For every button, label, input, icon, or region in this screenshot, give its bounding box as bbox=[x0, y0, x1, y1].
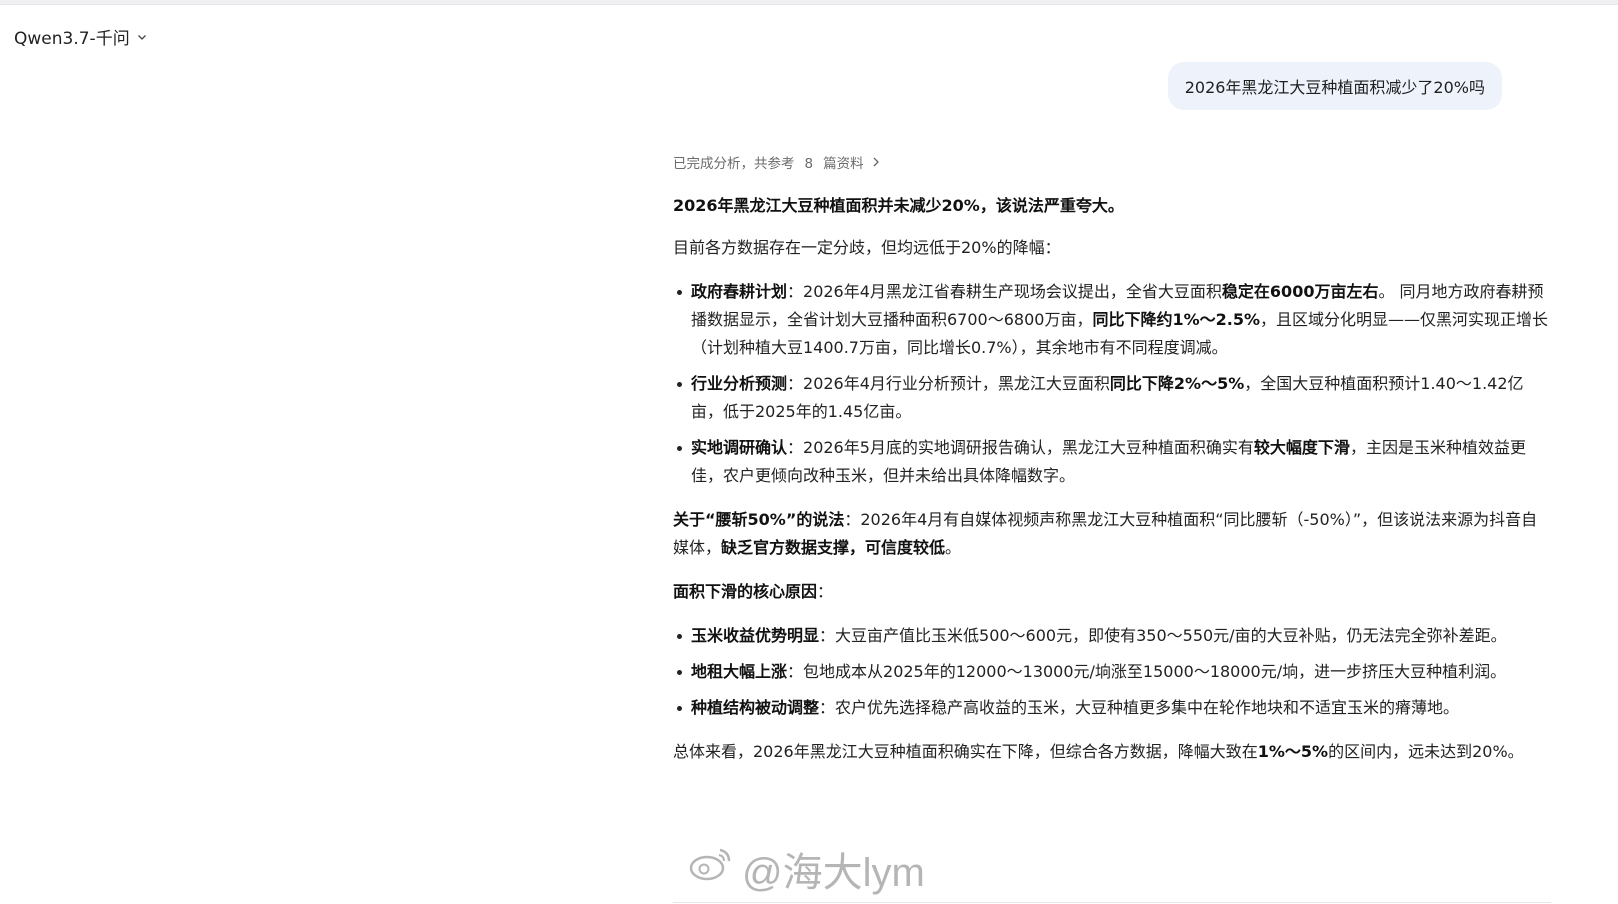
watermark: @海大lym bbox=[688, 840, 925, 898]
analysis-count: 8 bbox=[804, 156, 814, 172]
list-item: 实地调研确认：2026年5月底的实地调研报告确认，黑龙江大豆种植面积确实有较大幅… bbox=[673, 434, 1551, 490]
item-title: 政府春耕计划 bbox=[691, 282, 788, 301]
list-item: 地租大幅上涨：包地成本从2025年的12000～13000元/垧涨至15000～… bbox=[673, 658, 1551, 686]
item-text: ：大豆亩产值比玉米低500～600元，即使有350～550元/亩的大豆补贴，仍无… bbox=[819, 626, 1507, 645]
list-item: 行业分析预测：2026年4月行业分析预计，黑龙江大豆面积同比下降2%～5%，全国… bbox=[673, 370, 1551, 426]
answer-divider bbox=[673, 902, 1551, 903]
top-edge-strip bbox=[0, 0, 1618, 5]
claim-emphasis: 缺乏官方数据支撑，可信度较低 bbox=[721, 538, 946, 557]
claim-title: 关于“腰斩50%”的说法 bbox=[673, 510, 845, 529]
item-title: 地租大幅上涨 bbox=[691, 662, 788, 681]
reasons-heading: 面积下滑的核心原因： bbox=[673, 578, 1551, 606]
list-item: 种植结构被动调整：农户优先选择稳产高收益的玉米，大豆种植更多集中在轮作地块和不适… bbox=[673, 694, 1551, 722]
watermark-text: @海大lym bbox=[742, 851, 925, 895]
analysis-prefix: 已完成分析，共参考 bbox=[673, 156, 795, 172]
chevron-down-icon bbox=[136, 31, 148, 43]
item-title: 种植结构被动调整 bbox=[691, 698, 820, 717]
claim-paragraph: 关于“腰斩50%”的说法：2026年4月有自媒体视频声称黑龙江大豆种植面积“同比… bbox=[673, 506, 1551, 562]
conclusion-text: 的区间内，远未达到20%。 bbox=[1328, 742, 1524, 761]
reasons-title: 面积下滑的核心原因 bbox=[673, 582, 818, 601]
data-points-list: 政府春耕计划：2026年4月黑龙江省春耕生产现场会议提出，全省大豆面积稳定在60… bbox=[673, 278, 1551, 490]
item-emphasis: 同比下降约1%～2.5% bbox=[1092, 310, 1260, 329]
answer-intro: 目前各方数据存在一定分歧，但均远低于20%的降幅： bbox=[673, 238, 1061, 257]
item-emphasis: 稳定在6000万亩左右 bbox=[1221, 282, 1379, 301]
weibo-logo-icon bbox=[688, 846, 732, 892]
list-item: 政府春耕计划：2026年4月黑龙江省春耕生产现场会议提出，全省大豆面积稳定在60… bbox=[673, 278, 1551, 362]
item-text: ：农户优先选择稳产高收益的玉米，大豆种植更多集中在轮作地块和不适宜玉米的瘠薄地。 bbox=[819, 698, 1460, 717]
reasons-list: 玉米收益优势明显：大豆亩产值比玉米低500～600元，即使有350～550元/亩… bbox=[673, 622, 1551, 722]
chevron-right-icon bbox=[870, 154, 882, 174]
item-text: ：2026年4月行业分析预计，黑龙江大豆面积 bbox=[787, 374, 1110, 393]
user-message-bubble: 2026年黑龙江大豆种植面积减少了20%吗 bbox=[1167, 62, 1502, 110]
model-selector[interactable]: Qwen3.7-千问 bbox=[14, 24, 148, 49]
answer-headline: 2026年黑龙江大豆种植面积并未减少20%，该说法严重夸大。 bbox=[673, 196, 1124, 215]
conclusion-text: 总体来看，2026年黑龙江大豆种植面积确实在下降，但综合各方数据，降幅大致在 bbox=[673, 742, 1258, 761]
analysis-sources-toggle[interactable]: 已完成分析，共参考 8 篇资料 bbox=[673, 154, 1551, 174]
conclusion-emphasis: 1%～5% bbox=[1257, 742, 1329, 761]
item-title: 实地调研确认 bbox=[691, 438, 788, 457]
claim-text: 。 bbox=[945, 538, 962, 557]
item-emphasis: 同比下降2%～5% bbox=[1109, 374, 1245, 393]
item-text: ：2026年4月黑龙江省春耕生产现场会议提出，全省大豆面积 bbox=[787, 282, 1222, 301]
reasons-colon: ： bbox=[817, 582, 834, 601]
analysis-suffix: 篇资料 bbox=[823, 156, 864, 172]
list-item: 玉米收益优势明显：大豆亩产值比玉米低500～600元，即使有350～550元/亩… bbox=[673, 622, 1551, 650]
user-message-text: 2026年黑龙江大豆种植面积减少了20%吗 bbox=[1184, 78, 1485, 97]
conclusion-paragraph: 总体来看，2026年黑龙江大豆种植面积确实在下降，但综合各方数据，降幅大致在1%… bbox=[673, 738, 1551, 766]
item-title: 行业分析预测 bbox=[691, 374, 788, 393]
item-text: ：包地成本从2025年的12000～13000元/垧涨至15000～18000元… bbox=[787, 662, 1507, 681]
assistant-answer: 已完成分析，共参考 8 篇资料 2026年黑龙江大豆种植面积并未减少20%，该说法严… bbox=[673, 154, 1551, 782]
model-name: Qwen3.7-千问 bbox=[14, 29, 130, 49]
item-title: 玉米收益优势明显 bbox=[691, 626, 820, 645]
item-emphasis: 较大幅度下滑 bbox=[1253, 438, 1350, 457]
item-text: ：2026年5月底的实地调研报告确认，黑龙江大豆种植面积确实有 bbox=[787, 438, 1254, 457]
